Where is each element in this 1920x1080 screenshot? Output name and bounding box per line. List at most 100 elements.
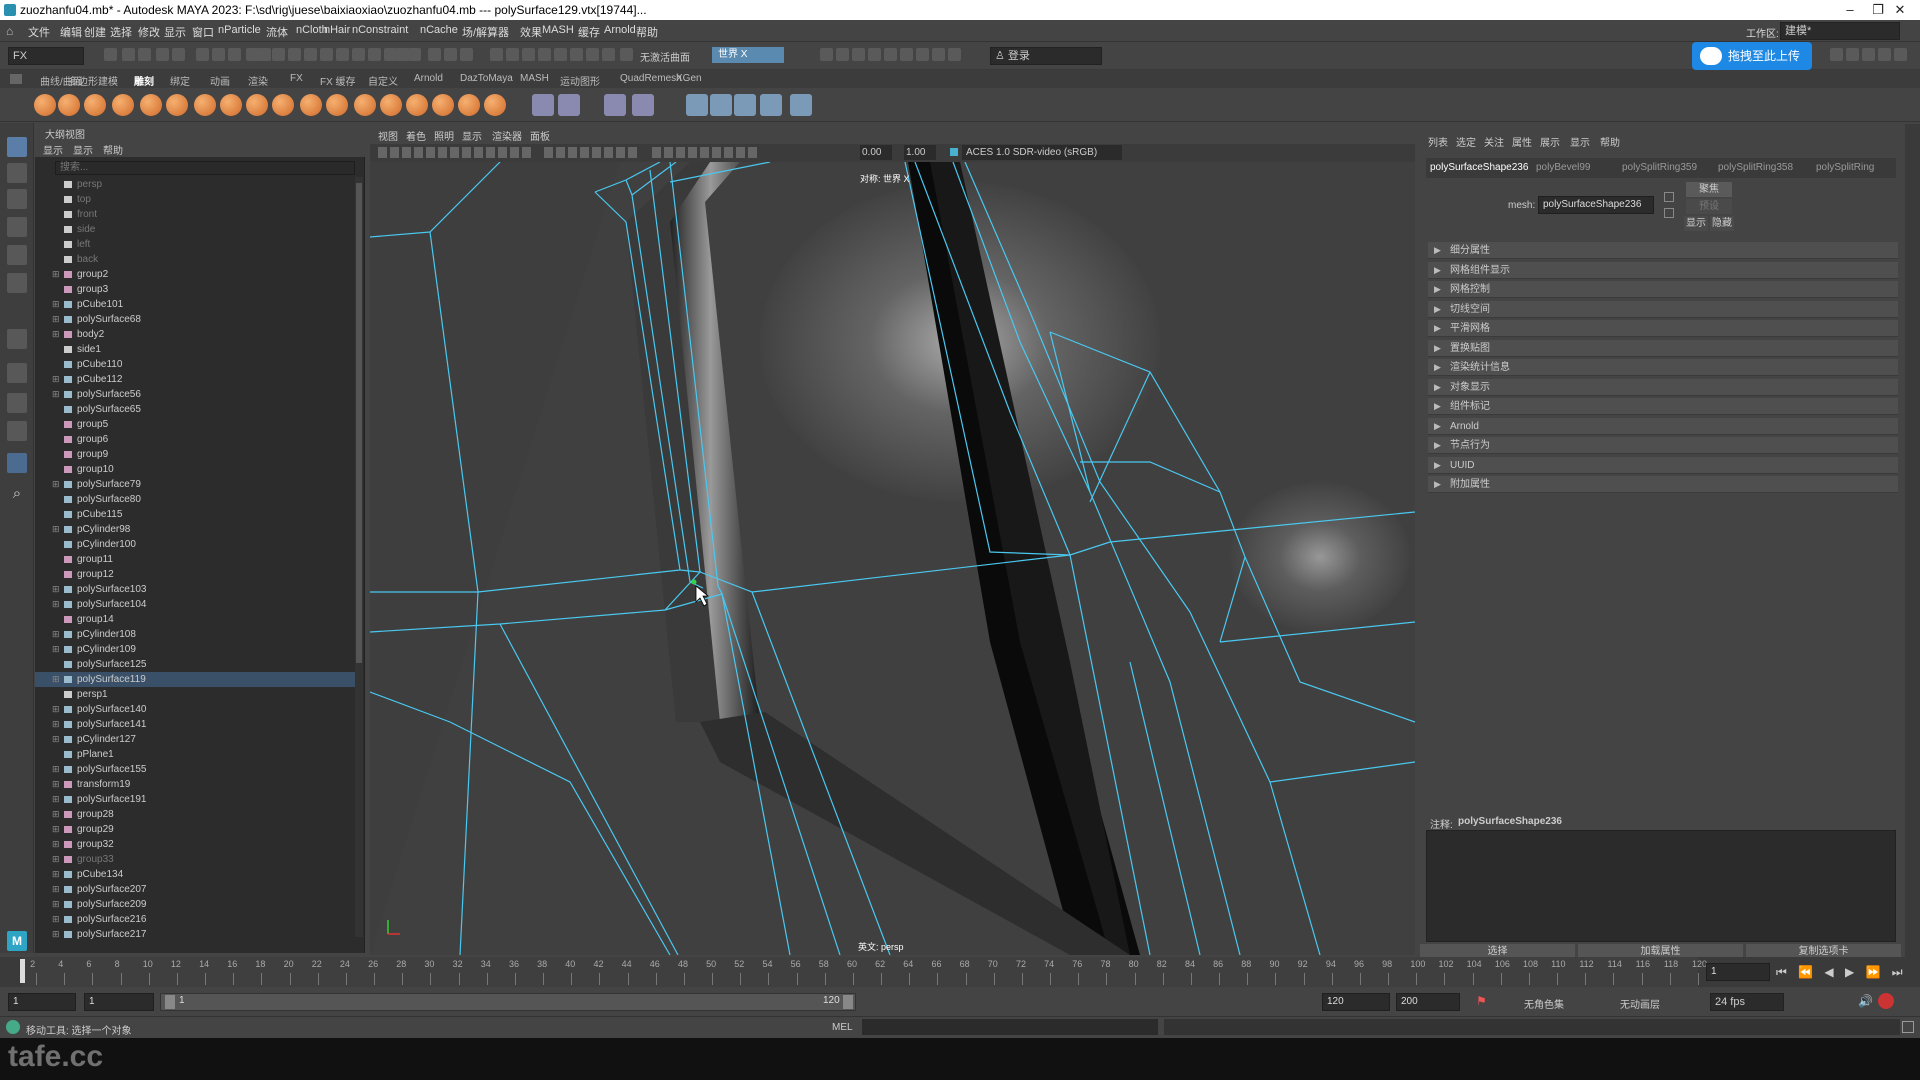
viewport-tool-icon[interactable] — [676, 147, 685, 158]
mesh-name-field[interactable]: polySurfaceShape236 — [1538, 196, 1654, 214]
outliner-row[interactable]: back — [35, 252, 355, 267]
expand-toggle-icon[interactable]: ⊞ — [52, 807, 60, 822]
ae-section-header[interactable]: ▶ 网格控制 — [1428, 281, 1898, 298]
ae-section-header[interactable]: ▶ 渲染统计信息 — [1428, 359, 1898, 376]
mesh-tool-icon[interactable] — [734, 94, 756, 116]
two-view-layout-icon[interactable] — [7, 421, 27, 441]
sculpt-brush-icon[interactable] — [220, 94, 242, 116]
ae-section-header[interactable]: ▶ 网格组件显示 — [1428, 261, 1898, 279]
toolbar-tool-icon[interactable] — [586, 48, 599, 61]
outliner-row[interactable]: group3 — [35, 282, 355, 297]
viewport-tool-icon[interactable] — [486, 147, 495, 158]
viewport-tool-icon[interactable] — [378, 147, 387, 158]
outliner-row[interactable]: ⊞ polySurface140 — [35, 702, 355, 717]
outliner-row[interactable]: side — [35, 222, 355, 237]
toolbar-tool-icon[interactable] — [196, 48, 209, 61]
range-start-handle[interactable] — [165, 995, 175, 1009]
shelf-tab[interactable]: DazToMaya — [460, 73, 513, 84]
shelf-tab[interactable]: MASH — [520, 73, 549, 84]
four-view-layout-icon[interactable] — [7, 393, 27, 413]
expand-toggle-icon[interactable]: ⊞ — [52, 372, 60, 387]
viewport-tool-icon[interactable] — [438, 147, 447, 158]
outliner-row[interactable]: ⊞ polySurface209 — [35, 897, 355, 912]
viewport-tool-icon[interactable] — [628, 147, 637, 158]
toolbar-tool-icon[interactable] — [352, 48, 365, 61]
toolbar-tool-icon[interactable] — [444, 48, 457, 61]
mesh-tool-icon[interactable] — [710, 94, 732, 116]
playback-start-field[interactable]: 1 — [84, 993, 154, 1011]
menu-item[interactable]: 显示 — [164, 24, 186, 40]
paint-select-icon[interactable] — [7, 189, 27, 209]
sculpt-tool-icon[interactable] — [604, 94, 626, 116]
sculpt-brush-icon[interactable] — [140, 94, 162, 116]
menu-item[interactable]: 场/解算器 — [462, 24, 509, 40]
viewport-tool-icon[interactable] — [414, 147, 423, 158]
sculpt-brush-icon[interactable] — [326, 94, 348, 116]
render-tool-icon[interactable] — [948, 48, 961, 61]
ae-menu-item[interactable]: 显示 — [1570, 134, 1590, 149]
expand-toggle-icon[interactable]: ⊞ — [52, 312, 60, 327]
menu-item[interactable]: nParticle — [218, 24, 261, 36]
sculpt-brush-icon[interactable] — [432, 94, 454, 116]
current-frame-field[interactable]: 1 — [1706, 963, 1770, 981]
record-icon[interactable] — [1878, 993, 1894, 1009]
viewport-tool-icon[interactable] — [664, 147, 673, 158]
expand-toggle-icon[interactable]: ⊞ — [52, 327, 60, 342]
ae-section-header[interactable]: ▶ 切线空间 — [1428, 300, 1898, 318]
viewport-tool-icon[interactable] — [748, 147, 757, 158]
workspace-dropdown[interactable]: 建模* — [1780, 22, 1900, 40]
expand-toggle-icon[interactable]: ⊞ — [52, 267, 60, 282]
playback-controls[interactable]: ⏮ ⏪ ◀ ▶ ⏩ ⏭ — [1776, 965, 1907, 980]
viewport-tool-icon[interactable] — [462, 147, 471, 158]
layout-toggle-icon[interactable] — [1862, 48, 1875, 61]
outliner-row[interactable]: group10 — [35, 462, 355, 477]
viewport-tool-icon[interactable] — [522, 147, 531, 158]
outliner-row[interactable]: pCylinder100 — [35, 537, 355, 552]
ae-tab[interactable]: polyBevel99 — [1536, 162, 1590, 173]
toolbar-tool-icon[interactable] — [288, 48, 301, 61]
fps-dropdown[interactable]: 24 fps — [1710, 993, 1784, 1011]
outliner-row[interactable]: ⊞ group33 — [35, 852, 355, 867]
outliner-row[interactable]: ⊞ transform19 — [35, 777, 355, 792]
outliner-row[interactable]: ⊞ pCylinder127 — [35, 732, 355, 747]
sculpt-brush-icon[interactable] — [194, 94, 216, 116]
color-management-icon[interactable] — [950, 148, 958, 156]
shelf-tab[interactable]: 绑定 — [170, 73, 190, 88]
toolbar-tool-icon[interactable] — [538, 48, 551, 61]
outliner-row[interactable]: side1 — [35, 342, 355, 357]
shelf-tab[interactable]: 雕刻 — [134, 73, 154, 88]
ae-menu-item[interactable]: 帮助 — [1600, 134, 1620, 149]
viewport-tool-icon[interactable] — [498, 147, 507, 158]
rotate-tool-icon[interactable] — [7, 245, 27, 265]
sculpt-brush-icon[interactable] — [34, 94, 56, 116]
outliner-row[interactable]: group12 — [35, 567, 355, 582]
presets-button[interactable]: 预设 — [1686, 199, 1732, 214]
expand-toggle-icon[interactable]: ⊞ — [52, 597, 60, 612]
viewport-tool-icon[interactable] — [700, 147, 709, 158]
expand-toggle-icon[interactable]: ⊞ — [52, 387, 60, 402]
expand-toggle-icon[interactable]: ⊞ — [52, 627, 60, 642]
toolbar-tool-icon[interactable] — [228, 48, 241, 61]
outliner-row[interactable]: ⊞ group2 — [35, 267, 355, 282]
viewport-tool-icon[interactable] — [592, 147, 601, 158]
ae-section-header[interactable]: ▶ 平滑网格 — [1428, 320, 1898, 337]
expand-toggle-icon[interactable]: ⊞ — [52, 582, 60, 597]
ae-tab[interactable]: polySplitRing — [1816, 162, 1874, 173]
viewport-tool-icon[interactable] — [568, 147, 577, 158]
outliner-row[interactable]: ⊞ group32 — [35, 837, 355, 852]
shelf-tab[interactable]: 自定义 — [368, 73, 398, 88]
layout-toggle-icon[interactable] — [1846, 48, 1859, 61]
viewport-menu-item[interactable]: 渲染器 — [492, 128, 522, 143]
expand-toggle-icon[interactable]: ⊞ — [52, 867, 60, 882]
sculpt-tool-icon[interactable] — [632, 94, 654, 116]
last-tool-icon[interactable] — [7, 329, 27, 349]
layout-toggle-icon[interactable] — [1878, 48, 1891, 61]
outliner-scrollbar[interactable] — [355, 177, 363, 937]
menu-item[interactable]: nCache — [420, 24, 458, 36]
outliner-row[interactable]: ⊞ pCylinder98 — [35, 522, 355, 537]
outliner-row[interactable]: ⊞ pCube134 — [35, 867, 355, 882]
mesh-tool-icon[interactable] — [686, 94, 708, 116]
outliner-row[interactable]: pCube110 — [35, 357, 355, 372]
viewport-tool-icon[interactable] — [688, 147, 697, 158]
sculpt-brush-icon[interactable] — [458, 94, 480, 116]
